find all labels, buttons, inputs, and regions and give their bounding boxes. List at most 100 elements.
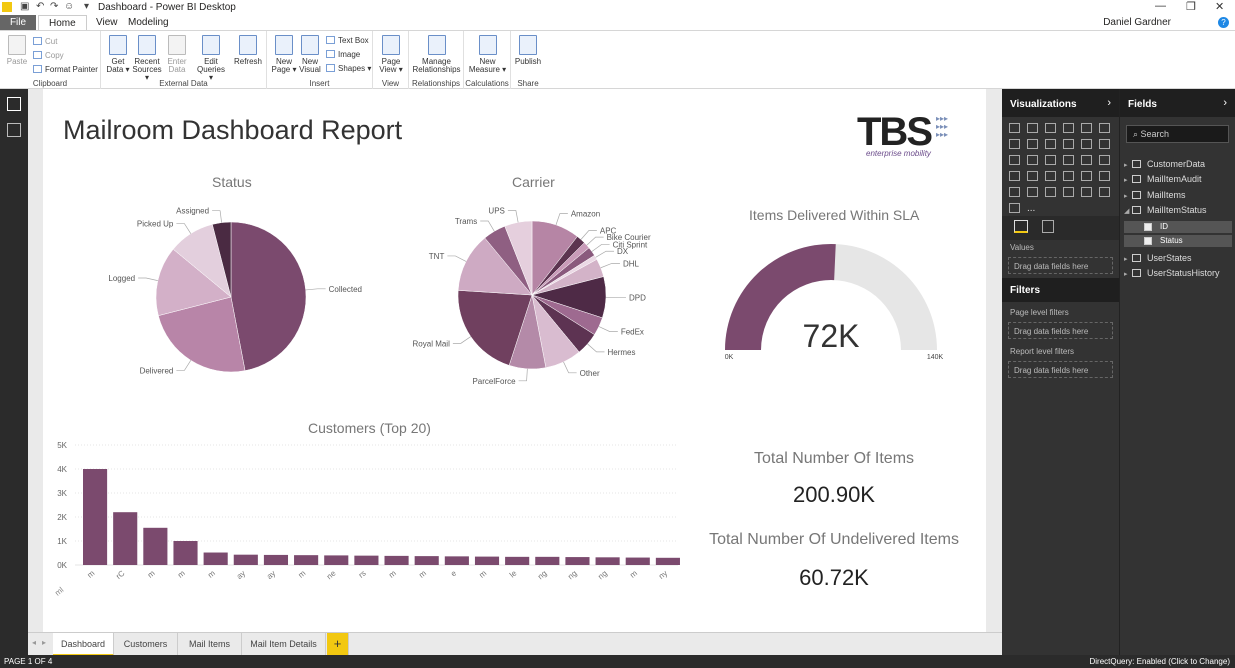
visual-type-icon[interactable] [1009,187,1020,197]
new-visual-button[interactable]: New Visual [297,35,323,74]
help-icon[interactable]: ? [1218,17,1229,28]
visual-type-icon[interactable] [1099,187,1110,197]
visual-type-icon[interactable] [1063,139,1074,149]
bar[interactable] [474,556,500,565]
get-data-button[interactable]: Get Data ▾ [105,35,131,74]
visual-type-icon[interactable] [1099,139,1110,149]
close-icon[interactable]: ✕ [1215,0,1224,13]
report-view-icon[interactable] [7,97,21,111]
bar[interactable] [233,554,258,565]
edit-queries-button[interactable]: Edit Queries ▾ [195,35,227,82]
visual-type-icon[interactable] [1081,139,1092,149]
bar[interactable] [354,555,379,565]
visual-type-icon[interactable] [1063,123,1074,133]
visual-type-icon[interactable] [1081,123,1092,133]
field-table-mailitemstatus[interactable]: ◢ MailItemStatus [1124,205,1207,215]
bar[interactable] [143,527,168,565]
cut-button[interactable]: Cut [33,37,57,46]
bar[interactable] [263,554,289,565]
visual-type-icon[interactable] [1045,187,1056,197]
page-view-button[interactable]: Page View ▾ [377,35,405,74]
field-table-mailitems[interactable]: ▸ MailItems [1124,190,1186,200]
copy-button[interactable]: Copy [33,51,64,60]
bar[interactable] [625,557,650,565]
status-pie-chart[interactable]: Collected Delivered Logged Picked UpAssigne… [100,200,380,380]
manage-relationships-button[interactable]: Manage Relationships [411,35,462,74]
visual-type-icon[interactable] [1009,171,1020,181]
scroll-right-icon[interactable]: ▸ [42,638,46,647]
fields-search-input[interactable]: ⌕ Search [1126,125,1229,143]
visual-type-icon[interactable] [1027,139,1038,149]
text-box-button[interactable]: Text Box [326,36,369,45]
directquery-status[interactable]: DirectQuery: Enabled (Click to Change) [1089,657,1230,666]
more-visuals-icon[interactable]: ... [1027,203,1038,214]
customers-bar-chart[interactable]: 0K 1K 2K 3K 4K 5K m rC m m m ay ay m ne rs m m e m le ng ng ng m… [45,437,685,602]
visual-type-icon[interactable] [1027,187,1038,197]
visual-type-icon[interactable] [1045,123,1056,133]
shapes-button[interactable]: Shapes ▾ [326,64,371,73]
field-status[interactable]: Status [1124,235,1232,247]
publish-button[interactable]: Publish [513,35,543,66]
smiley-icon[interactable]: ☺ [64,1,74,12]
page-tab-mail-item-details[interactable]: Mail Item Details [242,633,326,656]
bar[interactable] [655,557,680,565]
bar[interactable] [83,469,108,565]
add-page-button[interactable]: + [327,633,349,656]
minimize-icon[interactable]: — [1155,0,1166,12]
user-name[interactable]: Daniel Gardner [1103,17,1171,28]
visual-type-icon[interactable] [1045,171,1056,181]
bar[interactable] [595,557,620,565]
field-table-userstates[interactable]: ▸ UserStates [1124,253,1192,263]
visual-type-icon[interactable] [1081,187,1092,197]
visual-type-icon[interactable] [1045,155,1056,165]
page-filters-drop-zone[interactable]: Drag data fields here [1008,322,1113,339]
bar[interactable] [444,556,469,565]
field-table-customerdata[interactable]: ▸ CustomerData [1124,159,1205,169]
carrier-pie-chart[interactable]: AmazonAPCBike CourierCiti SprintDXDHLDPD… [395,200,670,390]
bar[interactable] [384,555,409,565]
scroll-left-icon[interactable]: ◂ [32,638,36,647]
visual-type-icon[interactable] [1027,123,1038,133]
bar[interactable] [173,541,198,565]
page-tab-mail-items[interactable]: Mail Items [178,633,242,656]
tab-modeling[interactable]: Modeling [118,15,179,30]
new-measure-button[interactable]: New Measure ▾ [467,35,508,74]
bar[interactable] [505,556,530,565]
visual-type-icon[interactable] [1099,123,1110,133]
bar[interactable] [565,557,590,565]
enter-data-button[interactable]: Enter Data [165,35,189,74]
bar[interactable] [324,555,349,565]
visual-type-icon[interactable] [1027,155,1038,165]
maximize-icon[interactable]: ❐ [1186,0,1196,13]
image-button[interactable]: Image [326,50,360,59]
visual-type-icon[interactable] [1099,171,1110,181]
visual-type-icon[interactable] [1045,139,1056,149]
visual-type-icon[interactable] [1063,155,1074,165]
visual-type-icon[interactable] [1009,203,1020,213]
visual-type-icon[interactable] [1009,139,1020,149]
bar[interactable] [203,552,228,565]
visual-type-icon[interactable] [1027,171,1038,181]
bar[interactable] [113,512,138,565]
field-id[interactable]: ID [1124,221,1232,233]
report-filters-drop-zone[interactable]: Drag data fields here [1008,361,1113,378]
undo-icon[interactable]: ↶ [36,1,44,12]
collapse-fields-icon[interactable]: › [1223,97,1227,109]
sla-gauge[interactable]: 72K 0K 140K [715,235,950,370]
recent-sources-button[interactable]: Recent Sources ▾ [131,35,163,82]
field-table-mailitemaudit[interactable]: ▸ MailItemAudit [1124,174,1202,184]
page-tab-customers[interactable]: Customers [114,633,178,656]
new-page-button[interactable]: New Page ▾ [271,35,297,74]
save-icon[interactable]: ▣ [20,1,29,12]
field-table-userstatushistory[interactable]: ▸ UserStatusHistory [1124,268,1220,278]
bar[interactable] [294,555,319,565]
tab-home[interactable]: Home [38,15,87,30]
visual-type-icon[interactable] [1099,155,1110,165]
customize-dropdown-icon[interactable]: ▾ [84,1,89,12]
format-painter-button[interactable]: Format Painter [33,65,98,74]
format-paint-roller-icon[interactable] [1042,220,1054,233]
bar[interactable] [414,556,439,565]
paste-button[interactable]: Paste [5,35,29,66]
pie-slice[interactable] [230,221,307,371]
fields-well-icon[interactable] [1014,220,1028,233]
